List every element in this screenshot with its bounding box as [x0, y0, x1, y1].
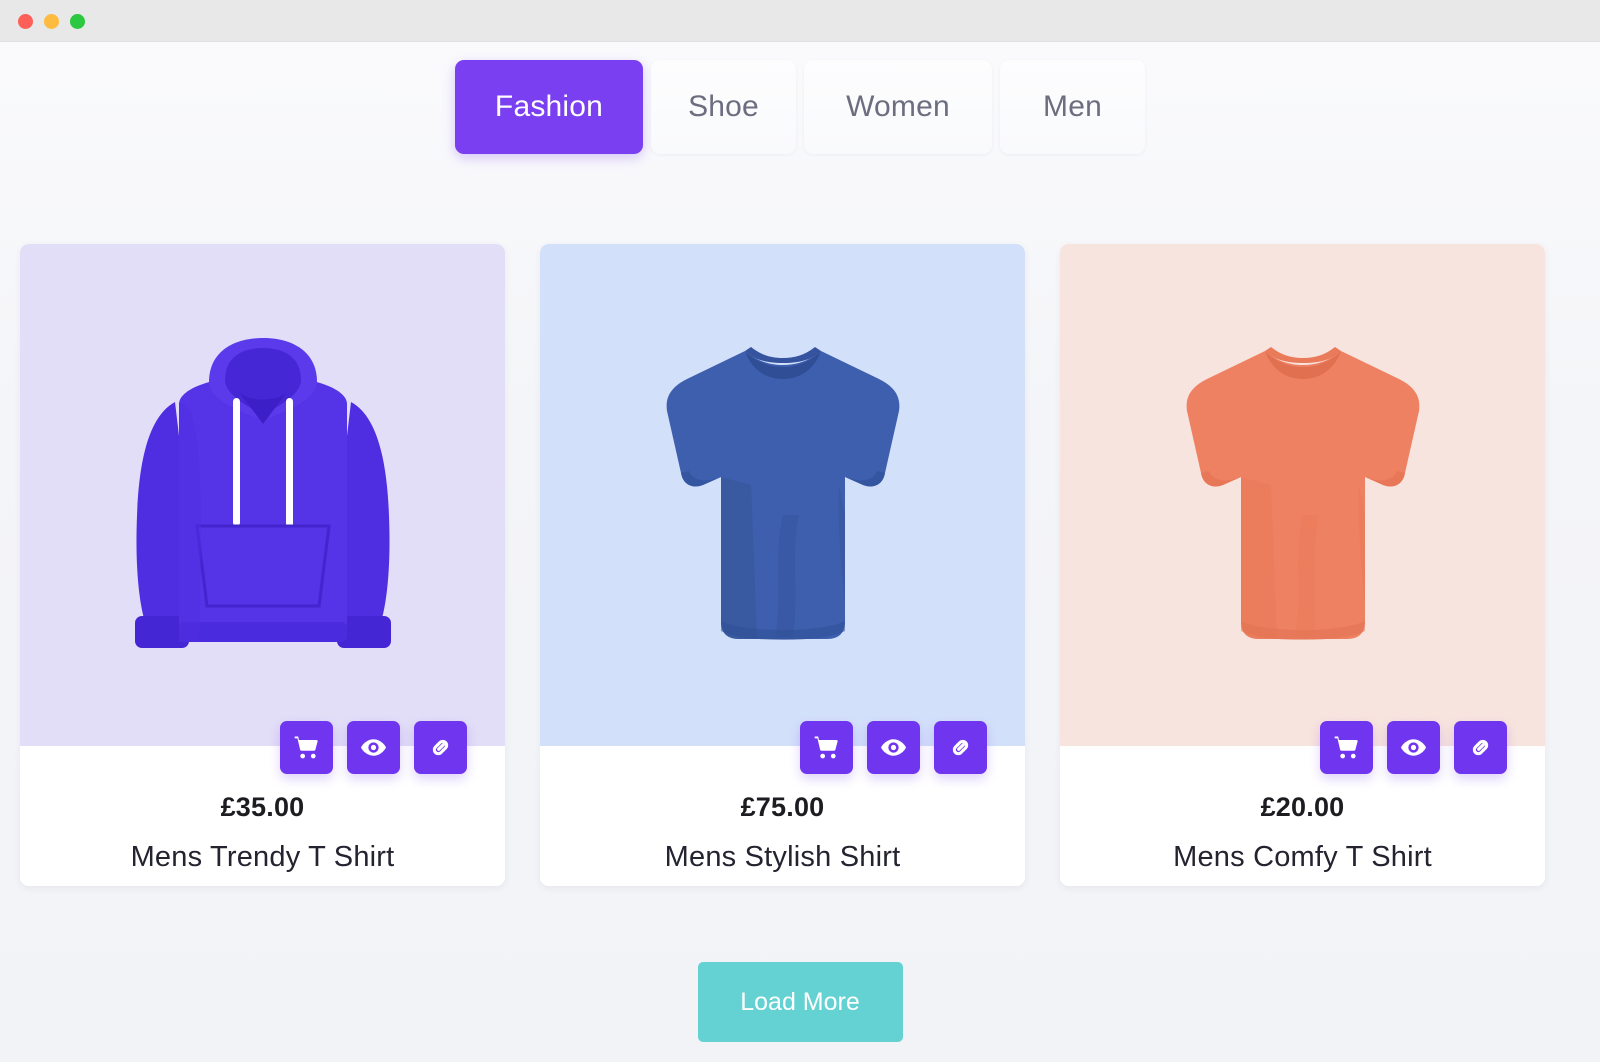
load-more-container: Load More — [0, 962, 1600, 1042]
product-card[interactable]: £35.00 Mens Trendy T Shirt — [20, 244, 505, 886]
maximize-button[interactable] — [70, 14, 85, 29]
hoodie-illustration — [134, 338, 391, 648]
product-name: Mens Trendy T Shirt — [130, 841, 395, 873]
copy-link-button[interactable] — [1454, 721, 1507, 774]
cart-icon — [294, 736, 318, 759]
product-price: £75.00 — [740, 792, 825, 822]
tshirt-illustration — [666, 347, 899, 640]
add-to-cart-button[interactable] — [800, 721, 853, 774]
tshirt-illustration — [1186, 347, 1419, 640]
link-icon — [952, 739, 969, 756]
tab-fashion[interactable]: Fashion — [455, 60, 643, 154]
window-controls — [18, 14, 85, 29]
product-card[interactable]: £20.00 Mens Comfy T Shirt — [1060, 244, 1545, 886]
tab-shoe[interactable]: Shoe — [651, 60, 796, 154]
minimize-button[interactable] — [44, 14, 59, 29]
product-name: Mens Comfy T Shirt — [1173, 841, 1432, 873]
tab-men[interactable]: Men — [1000, 60, 1145, 154]
copy-link-button[interactable] — [934, 721, 987, 774]
category-tabs: Fashion Shoe Women Men — [0, 60, 1600, 154]
tab-women[interactable]: Women — [804, 60, 992, 154]
product-image — [20, 244, 505, 774]
product-actions — [280, 721, 467, 774]
window-titlebar — [0, 0, 1600, 42]
product-image — [540, 244, 1025, 774]
product-actions — [1320, 721, 1507, 774]
eye-icon — [881, 739, 906, 756]
product-actions — [800, 721, 987, 774]
cart-icon — [1334, 736, 1358, 759]
quick-view-button[interactable] — [867, 721, 920, 774]
product-card[interactable]: £75.00 Mens Stylish Shirt — [540, 244, 1025, 886]
product-image — [1060, 244, 1545, 774]
link-icon — [1472, 739, 1489, 756]
close-button[interactable] — [18, 14, 33, 29]
link-icon — [432, 739, 449, 756]
product-grid: £35.00 Mens Trendy T Shirt £75.00 Mens S… — [20, 244, 1582, 886]
add-to-cart-button[interactable] — [1320, 721, 1373, 774]
add-to-cart-button[interactable] — [280, 721, 333, 774]
app-window: Fashion Shoe Women Men £35.00 Mens Trend… — [0, 0, 1600, 1062]
quick-view-button[interactable] — [347, 721, 400, 774]
eye-icon — [1401, 739, 1426, 756]
cart-icon — [814, 736, 838, 759]
quick-view-button[interactable] — [1387, 721, 1440, 774]
product-name: Mens Stylish Shirt — [664, 841, 901, 873]
copy-link-button[interactable] — [414, 721, 467, 774]
product-price: £35.00 — [220, 792, 305, 822]
eye-icon — [361, 739, 386, 756]
load-more-button[interactable]: Load More — [697, 962, 903, 1042]
product-price: £20.00 — [1260, 792, 1345, 822]
